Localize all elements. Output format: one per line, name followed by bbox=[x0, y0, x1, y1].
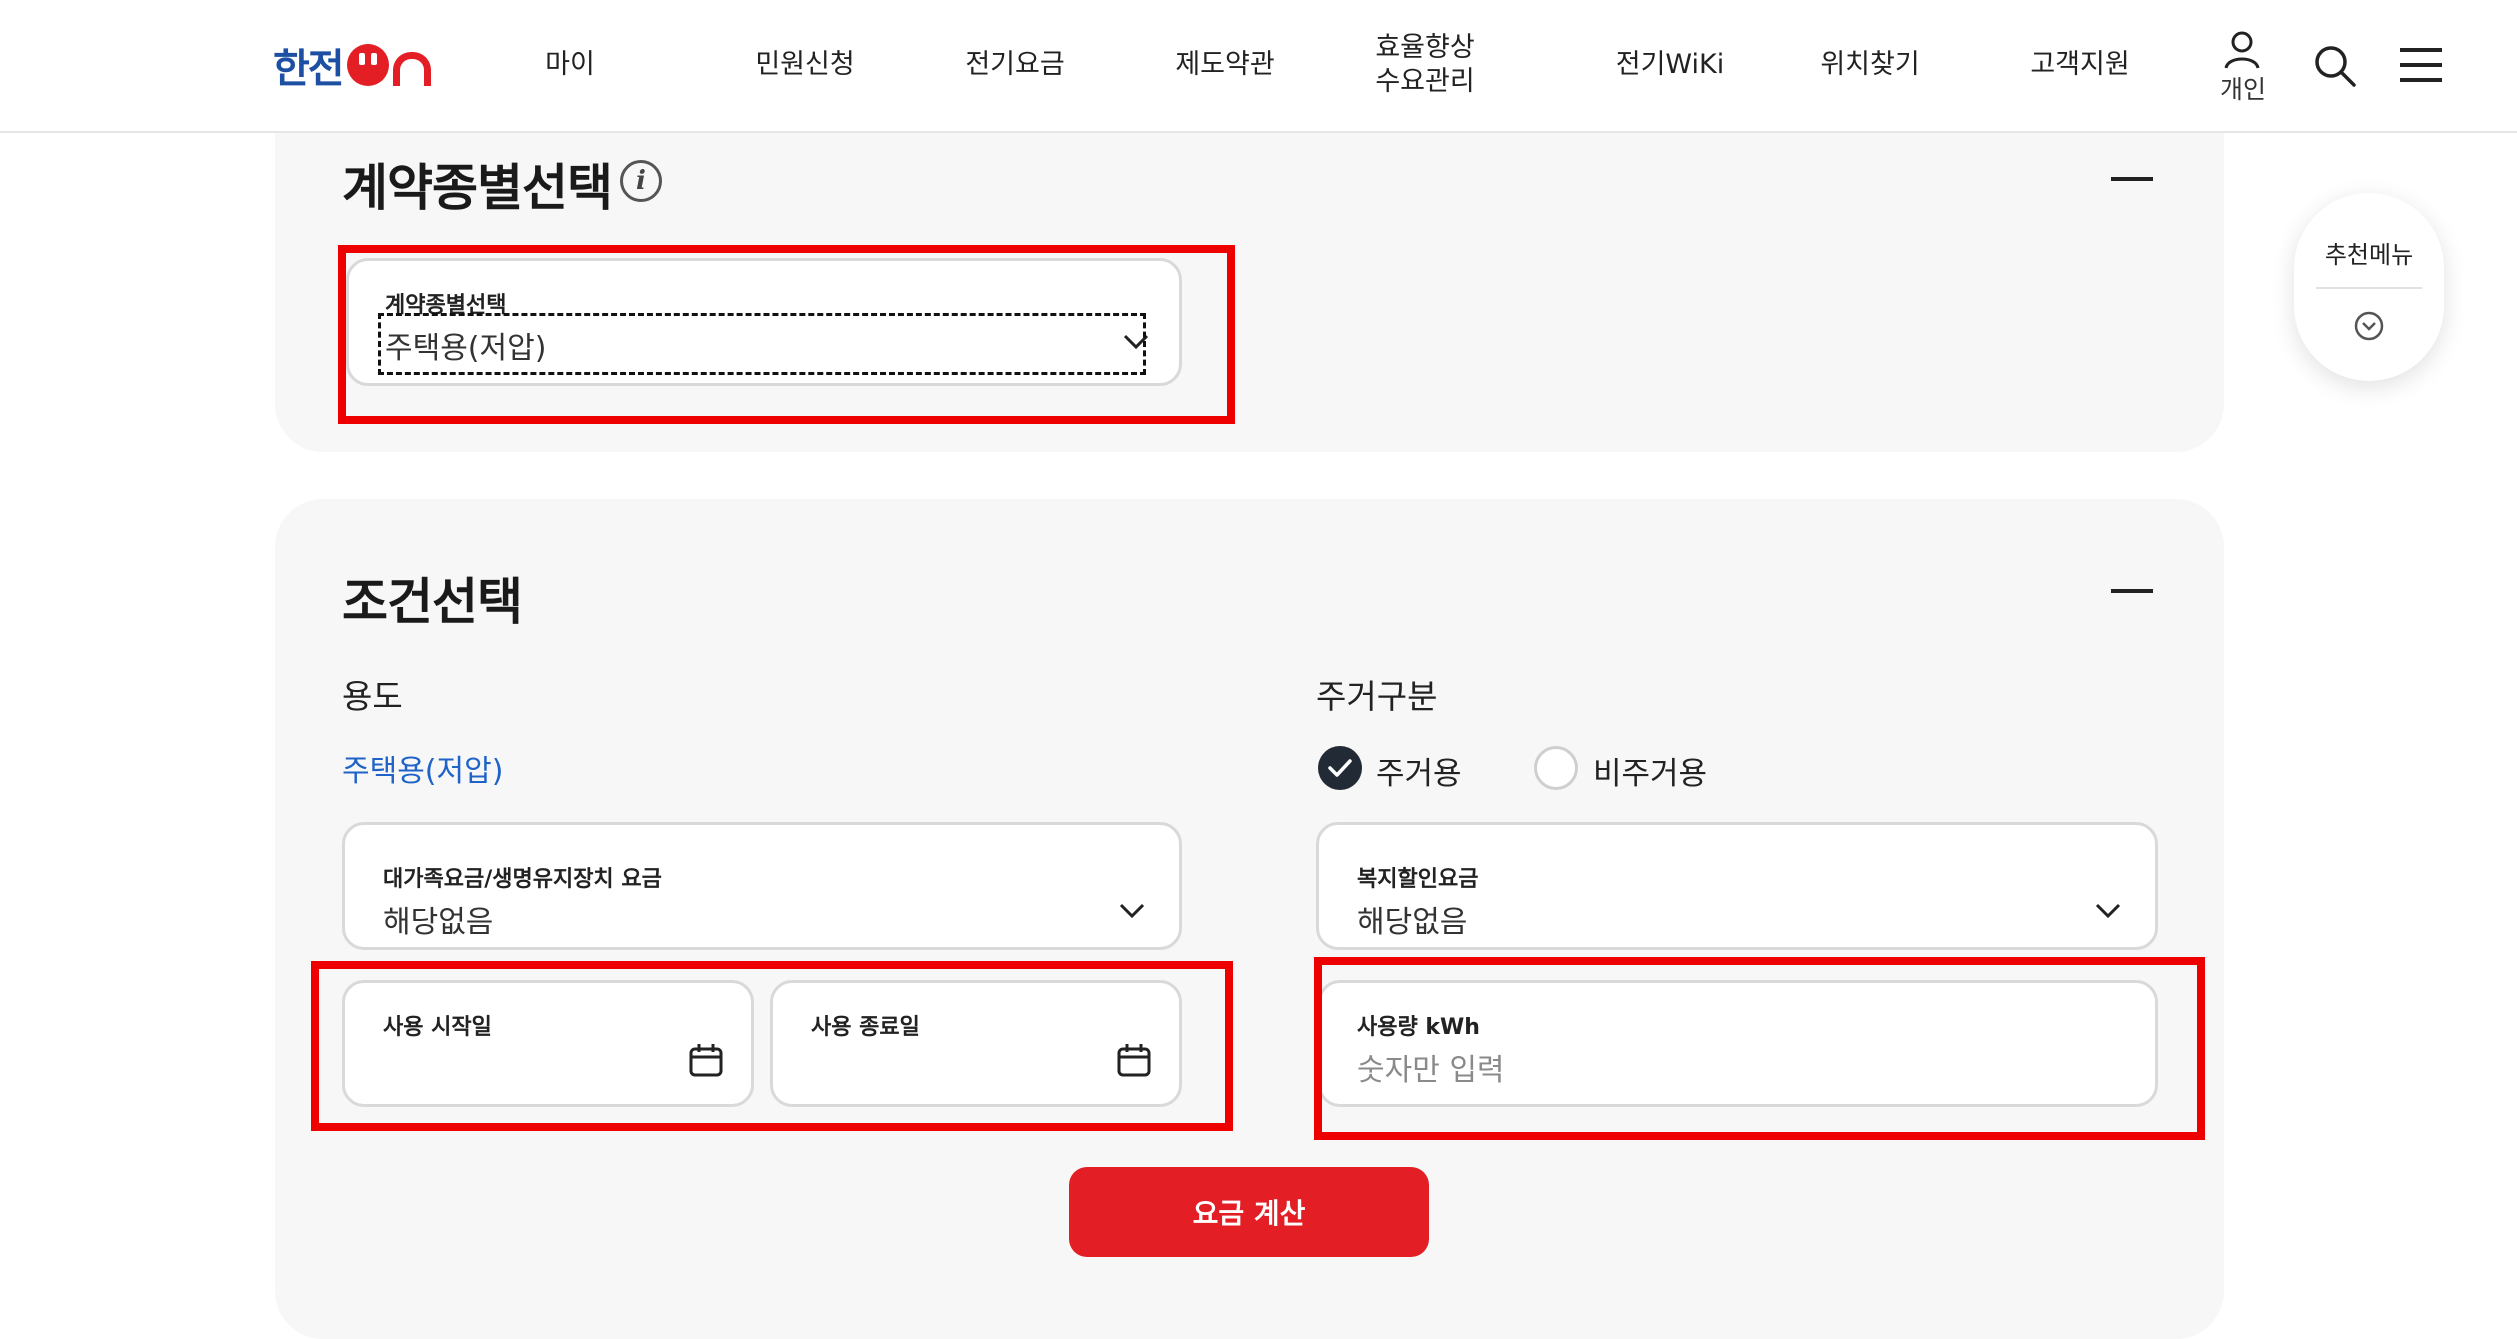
kepco-on-logo[interactable]: 한전 bbox=[273, 40, 431, 92]
welfare-fee-select[interactable]: 복지할인요금 해당없음 bbox=[1316, 822, 2158, 950]
nav-civil-request[interactable]: 민원신청 bbox=[735, 30, 875, 100]
recommended-menu-divider bbox=[2316, 287, 2422, 289]
logo-plug-icon bbox=[346, 44, 389, 86]
family-fee-select[interactable]: 대가족요금/생명유지장치 요금 해당없음 bbox=[342, 822, 1182, 950]
search-icon[interactable] bbox=[2313, 44, 2357, 88]
check-icon bbox=[1328, 759, 1352, 777]
nav-electricity-wiki[interactable]: 전기WiKi bbox=[1600, 30, 1740, 100]
radio-non-residential-label[interactable]: 비주거용 bbox=[1593, 748, 1707, 793]
recommended-menu[interactable]: 추천메뉴 bbox=[2294, 193, 2444, 381]
collapse-minus-icon-1[interactable] bbox=[2111, 177, 2153, 181]
nav-civil-request-label: 민원신청 bbox=[755, 49, 855, 80]
nav-find-location-label: 위치찾기 bbox=[1820, 49, 1920, 80]
contract-type-title: 계약종별선택 bbox=[342, 159, 613, 217]
chevron-down-icon bbox=[2095, 903, 2121, 919]
residence-label: 주거구분 bbox=[1316, 677, 1438, 716]
top-header: 한전 마이 민원신청 전기요금 제도약관 효율향상 수요관리 전기WiKi 위치… bbox=[0, 0, 2517, 133]
highlight-date-fields bbox=[311, 961, 1233, 1131]
nav-efficiency-label-1: 효율향상 bbox=[1375, 32, 1475, 63]
logo-n-shape bbox=[392, 52, 431, 86]
logo-text: 한전 bbox=[273, 46, 345, 92]
highlight-usage-input bbox=[1314, 957, 2205, 1140]
nav-customer-support[interactable]: 고객지원 bbox=[2010, 30, 2150, 100]
logo-on-mark bbox=[346, 44, 431, 86]
radio-residential[interactable] bbox=[1318, 746, 1362, 790]
nav-efficiency-label-2: 수요관리 bbox=[1375, 66, 1475, 97]
welfare-fee-value: 해당없음 bbox=[1357, 905, 1468, 940]
condition-title: 조건선택 bbox=[342, 573, 523, 631]
welfare-fee-label: 복지할인요금 bbox=[1357, 867, 1479, 892]
family-fee-value: 해당없음 bbox=[383, 905, 494, 940]
nav-electricity-fee[interactable]: 전기요금 bbox=[945, 30, 1085, 100]
nav-find-location[interactable]: 위치찾기 bbox=[1800, 30, 1940, 100]
nav-electricity-fee-label: 전기요금 bbox=[965, 49, 1065, 80]
hamburger-menu-icon[interactable] bbox=[2400, 48, 2442, 82]
nav-efficiency-demand[interactable]: 효율향상 수요관리 bbox=[1355, 30, 1495, 100]
personal-label[interactable]: 개인 bbox=[2220, 70, 2266, 106]
chevron-down-icon bbox=[1119, 903, 1145, 919]
nav-electricity-wiki-label: 전기WiKi bbox=[1615, 49, 1725, 80]
nav-policy-terms-label: 제도약관 bbox=[1175, 49, 1275, 80]
person-icon[interactable] bbox=[2222, 30, 2262, 70]
chevron-circle-down-icon[interactable] bbox=[2353, 310, 2385, 342]
family-fee-label: 대가족요금/생명유지장치 요금 bbox=[383, 867, 662, 892]
radio-non-residential[interactable] bbox=[1534, 746, 1578, 790]
info-icon[interactable]: i bbox=[620, 160, 662, 202]
nav-my-label: 마이 bbox=[545, 49, 595, 80]
highlight-contract-select bbox=[338, 245, 1235, 424]
nav-policy-terms[interactable]: 제도약관 bbox=[1155, 30, 1295, 100]
usage-label: 용도 bbox=[342, 677, 403, 716]
nav-my[interactable]: 마이 bbox=[520, 30, 620, 100]
calculate-fee-button[interactable]: 요금 계산 bbox=[1069, 1167, 1429, 1257]
radio-residential-label[interactable]: 주거용 bbox=[1376, 748, 1462, 793]
collapse-minus-icon-2[interactable] bbox=[2111, 589, 2153, 593]
usage-value-link[interactable]: 주택용(저압) bbox=[342, 746, 503, 790]
nav-customer-support-label: 고객지원 bbox=[2030, 49, 2130, 80]
recommended-menu-label: 추천메뉴 bbox=[2324, 241, 2414, 269]
